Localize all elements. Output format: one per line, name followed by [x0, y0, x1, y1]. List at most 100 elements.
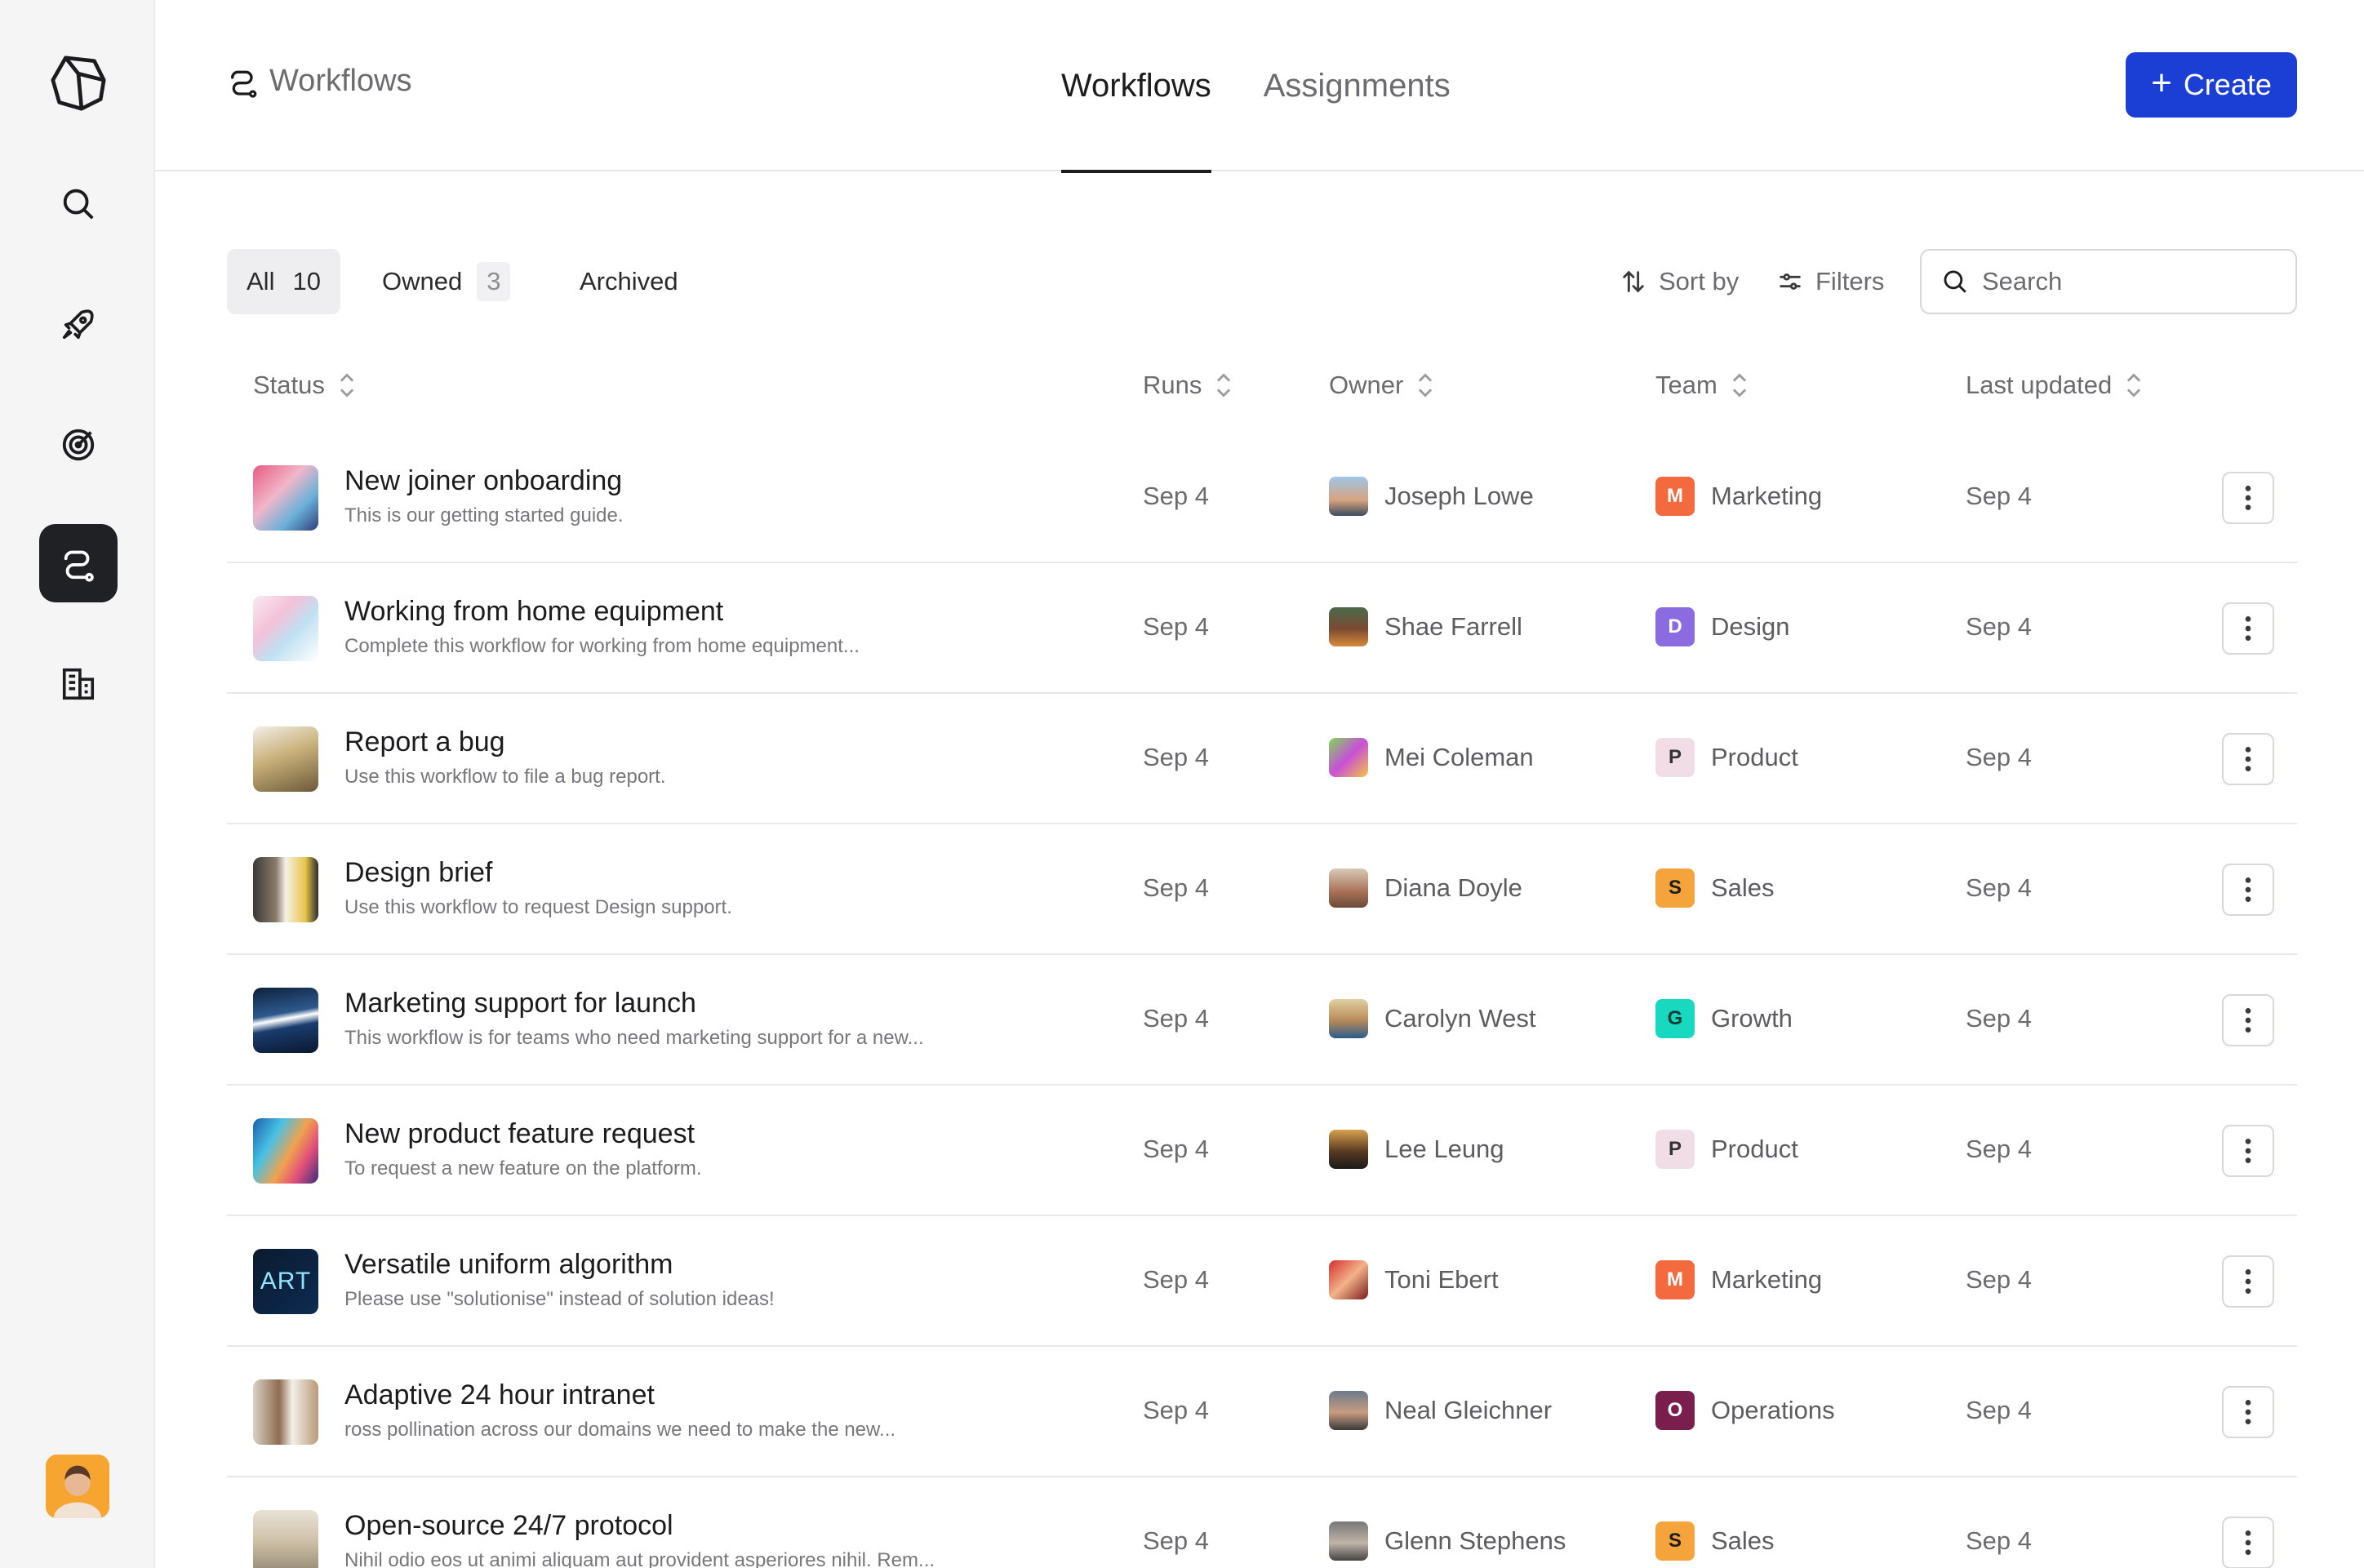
owner-avatar [1329, 1260, 1368, 1299]
team-badge: G [1655, 999, 1695, 1038]
column-label: Owner [1329, 371, 1404, 399]
column-runs[interactable]: Runs [1143, 353, 1234, 418]
team-name: Marketing [1711, 482, 1823, 510]
workflow-title[interactable]: New product feature request [344, 1118, 695, 1150]
team-cell: S Sales [1655, 1521, 1775, 1561]
team-cell: G Growth [1655, 999, 1793, 1038]
owner-name: Shae Farrell [1384, 612, 1522, 641]
workflow-title[interactable]: New joiner onboarding [344, 465, 622, 497]
owner-name: Glenn Stephens [1384, 1526, 1566, 1555]
more-options-button[interactable] [2222, 733, 2274, 785]
workflow-description: This workflow is for teams who need mark… [344, 1027, 924, 1049]
table-row[interactable]: Working from home equipment Complete thi… [227, 563, 2297, 694]
workflow-description: Use this workflow to request Design supp… [344, 896, 732, 918]
owner-cell: Diana Doyle [1329, 868, 1522, 908]
more-vertical-icon [2245, 877, 2251, 902]
more-options-button[interactable] [2222, 994, 2274, 1046]
table-row[interactable]: Open-source 24/7 protocol Nihil odio eos… [227, 1477, 2297, 1568]
workflow-title[interactable]: Versatile uniform algorithm [344, 1249, 673, 1281]
team-badge: D [1655, 607, 1695, 646]
workflow-title[interactable]: Adaptive 24 hour intranet [344, 1379, 655, 1411]
user-avatar[interactable] [46, 1455, 109, 1518]
more-options-button[interactable] [2222, 864, 2274, 916]
workflow-thumbnail: ART [253, 1249, 318, 1314]
last-updated-value: Sep 4 [1966, 612, 2033, 641]
column-label: Runs [1143, 371, 1202, 399]
filter-bar: All 10 Owned 3 Archived Sort by Filters … [227, 249, 2297, 314]
team-badge: S [1655, 1521, 1695, 1561]
workflow-description: Complete this workflow for working from … [344, 635, 860, 657]
filter-chip-owned[interactable]: Owned 3 [362, 249, 530, 314]
column-owner[interactable]: Owner [1329, 353, 1436, 418]
workflow-thumbnail [253, 465, 318, 531]
team-name: Product [1711, 1135, 1798, 1163]
table-row[interactable]: Design brief Use this workflow to reques… [227, 824, 2297, 955]
more-vertical-icon [2245, 747, 2251, 771]
search-icon[interactable] [39, 165, 118, 243]
sidebar [0, 0, 155, 1568]
tab-workflows[interactable]: Workflows [1061, 0, 1211, 173]
app-logo-icon[interactable] [39, 44, 118, 122]
workflow-title[interactable]: Report a bug [344, 726, 505, 758]
team-name: Marketing [1711, 1265, 1823, 1294]
column-last-updated[interactable]: Last updated [1966, 353, 2144, 418]
filters-button[interactable]: Filters [1776, 249, 1884, 314]
table-row[interactable]: Marketing support for launch This workfl… [227, 955, 2297, 1086]
breadcrumb[interactable]: Workflows [227, 64, 412, 99]
team-cell: M Marketing [1655, 477, 1822, 516]
workflow-description: Use this workflow to file a bug report. [344, 766, 666, 788]
team-badge: M [1655, 1260, 1695, 1299]
workflow-title[interactable]: Design brief [344, 857, 492, 889]
sort-label: Sort by [1659, 267, 1740, 295]
plus-icon: + [2151, 63, 2172, 103]
table-row[interactable]: New joiner onboarding This is our gettin… [227, 433, 2297, 563]
more-options-button[interactable] [2222, 1125, 2274, 1177]
table-row[interactable]: ART Versatile uniform algorithm Please u… [227, 1216, 2297, 1347]
create-button[interactable]: + Create [2126, 52, 2297, 118]
table-row[interactable]: Adaptive 24 hour intranet ross pollinati… [227, 1347, 2297, 1477]
filter-chip-archived[interactable]: Archived [560, 249, 698, 314]
team-badge: S [1655, 868, 1695, 908]
more-options-button[interactable] [2222, 1517, 2274, 1568]
more-vertical-icon [2245, 1139, 2251, 1163]
workflow-icon[interactable] [39, 524, 118, 602]
building-icon[interactable] [39, 645, 118, 723]
workflow-title[interactable]: Open-source 24/7 protocol [344, 1510, 673, 1542]
team-badge: P [1655, 738, 1695, 777]
owner-avatar [1329, 738, 1368, 777]
owner-cell: Joseph Lowe [1329, 477, 1534, 516]
search-input[interactable]: Search [1920, 249, 2297, 314]
sort-button[interactable]: Sort by [1620, 249, 1739, 314]
filter-chip-all[interactable]: All 10 [227, 249, 340, 314]
team-name: Growth [1711, 1004, 1793, 1033]
target-icon[interactable] [39, 406, 118, 484]
owner-cell: Glenn Stephens [1329, 1521, 1566, 1561]
column-label: Status [253, 371, 325, 399]
more-vertical-icon [2245, 1530, 2251, 1555]
more-options-button[interactable] [2222, 1255, 2274, 1308]
more-options-button[interactable] [2222, 472, 2274, 524]
owner-name: Neal Gleichner [1384, 1396, 1553, 1424]
workflow-description: This is our getting started guide. [344, 504, 624, 526]
workflow-thumbnail [253, 1510, 318, 1568]
owner-avatar [1329, 1391, 1368, 1430]
rocket-icon[interactable] [39, 286, 118, 364]
more-options-button[interactable] [2222, 1386, 2274, 1438]
chip-count: 10 [292, 267, 321, 295]
workflow-title[interactable]: Marketing support for launch [344, 988, 696, 1019]
runs-value: Sep 4 [1143, 612, 1210, 641]
column-status[interactable]: Status [253, 353, 358, 418]
table-row[interactable]: Report a bug Use this workflow to file a… [227, 694, 2297, 824]
table-row[interactable]: New product feature request To request a… [227, 1086, 2297, 1216]
tab-assignments[interactable]: Assignments [1264, 0, 1451, 171]
owner-cell: Toni Ebert [1329, 1260, 1499, 1299]
sort-chevrons-icon [340, 373, 354, 398]
team-cell: O Operations [1655, 1391, 1835, 1430]
last-updated-value: Sep 4 [1966, 743, 2033, 771]
runs-value: Sep 4 [1143, 1265, 1210, 1294]
more-vertical-icon [2245, 616, 2251, 641]
more-options-button[interactable] [2222, 602, 2274, 655]
search-icon [1944, 270, 1966, 293]
workflow-title[interactable]: Working from home equipment [344, 596, 723, 628]
column-team[interactable]: Team [1655, 353, 1750, 418]
